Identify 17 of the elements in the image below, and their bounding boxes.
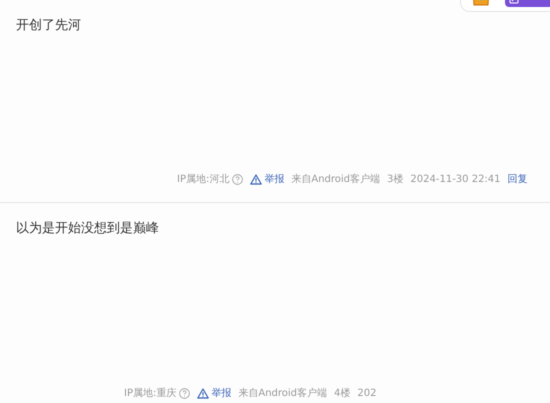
ip-location: IP属地:重庆 (124, 386, 176, 400)
report-link[interactable]: 举报 (197, 386, 232, 400)
post-content: 以为是开始没想到是巅峰 (16, 221, 159, 236)
post-time: 202 (357, 388, 376, 398)
post-time: 2024-11-30 22:41 (410, 174, 501, 184)
warning-icon (250, 174, 262, 184)
source-label: 来自Android客户端 (238, 386, 328, 400)
source-label: 来自Android客户端 (291, 172, 380, 186)
post-content: 开创了先河 (16, 18, 81, 33)
help-icon[interactable] (179, 388, 190, 398)
ip-location: IP属地:河北 (177, 172, 230, 186)
reply-link[interactable]: 回复 (508, 172, 528, 186)
floor-number: 4楼 (334, 386, 350, 400)
warning-icon (197, 388, 210, 398)
floor-number: 3楼 (387, 172, 404, 186)
help-icon[interactable] (232, 174, 244, 184)
report-link[interactable]: 举报 (250, 172, 284, 186)
